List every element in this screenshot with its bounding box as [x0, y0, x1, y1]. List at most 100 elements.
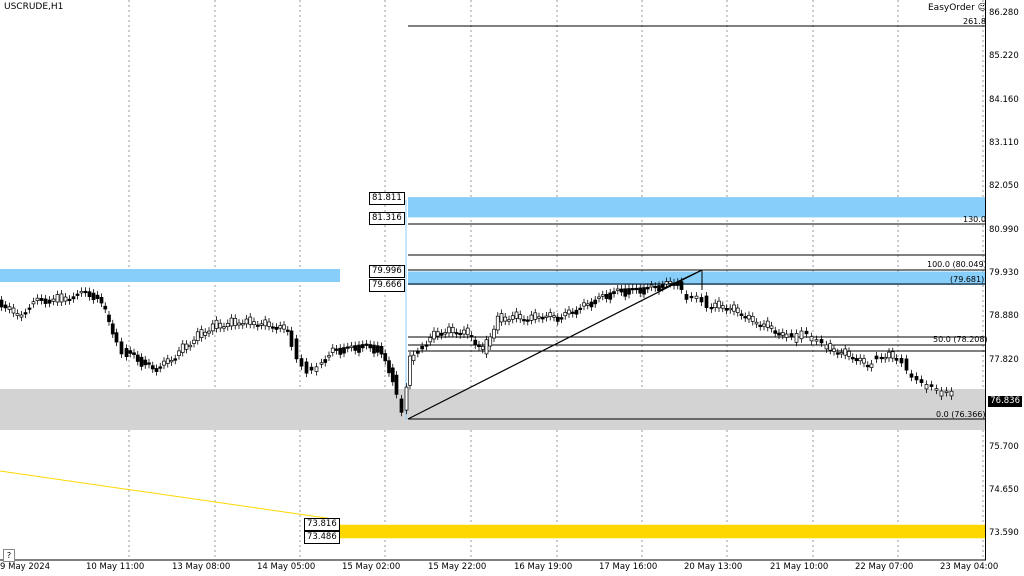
price-tick-label: 79.930	[989, 268, 1019, 279]
candle-body	[510, 315, 515, 320]
zone-label-73486: 73.486	[304, 531, 340, 544]
candle-body	[372, 344, 376, 354]
candle-body	[267, 321, 271, 327]
candle-body	[237, 322, 241, 326]
candle-body	[879, 356, 884, 360]
candle-body	[828, 343, 833, 351]
candle-body	[507, 319, 511, 322]
candle-body	[939, 390, 944, 397]
candle-body	[139, 356, 144, 367]
candle-body	[672, 282, 676, 286]
price-tick-label: 75.700	[989, 441, 1019, 452]
candle-body	[899, 357, 904, 364]
candle-body	[664, 281, 669, 285]
candle-body	[19, 314, 24, 318]
price-tick-label: 74.650	[989, 484, 1019, 495]
candle-body	[135, 354, 140, 362]
candle-body	[563, 312, 568, 317]
candle-body	[132, 352, 136, 355]
candle-body	[278, 325, 283, 329]
candle-body	[668, 280, 673, 284]
price-tick-label: 80.990	[989, 224, 1019, 235]
candle-body	[270, 326, 275, 329]
price-tick-label: 85.220	[989, 51, 1019, 62]
candle-body	[570, 311, 575, 314]
candle-body	[630, 288, 635, 291]
candle-body	[79, 291, 84, 294]
candle-body	[854, 358, 859, 362]
candle-body	[259, 323, 264, 326]
candle-body	[51, 298, 56, 302]
candle-body	[195, 331, 200, 341]
candle-body	[128, 350, 133, 354]
candle-body	[720, 305, 725, 309]
candle-body	[777, 332, 781, 336]
candle-body	[824, 344, 829, 350]
zone-label-81811: 81.811	[369, 192, 405, 205]
candle-body	[27, 307, 32, 310]
candle-body	[754, 321, 759, 325]
candle-body	[47, 299, 52, 304]
candle-body	[177, 350, 181, 356]
candle-body	[750, 315, 755, 322]
help-icon[interactable]: ?	[3, 549, 15, 562]
symbol-title: USCRUDE,H1	[4, 2, 64, 12]
candle-body	[717, 300, 721, 309]
candle-body	[158, 366, 163, 369]
candle-body	[645, 286, 650, 290]
candle-body	[119, 341, 124, 355]
candle-body	[514, 311, 519, 319]
candle-body	[390, 367, 395, 383]
candle-body	[338, 347, 343, 355]
candle-body	[495, 315, 500, 331]
blue-zone-upper	[408, 197, 986, 218]
candle-body	[540, 316, 545, 320]
candle-body	[408, 355, 412, 386]
candle-body	[0, 299, 4, 308]
candle-body	[383, 353, 388, 362]
candle-body	[522, 319, 526, 322]
candle-body	[387, 360, 391, 374]
candle-body	[847, 351, 851, 357]
candle-body	[743, 316, 748, 319]
candle-body	[699, 297, 704, 303]
gray-zone	[0, 389, 986, 430]
candle-body	[63, 296, 68, 302]
candle-body	[604, 293, 609, 299]
candle-body	[612, 291, 616, 295]
candle-body	[210, 323, 215, 332]
candle-body	[533, 312, 538, 320]
time-tick-label: 16 May 19:00	[514, 562, 573, 572]
candle-body	[458, 332, 463, 336]
candle-body	[865, 364, 870, 368]
easyorder-button[interactable]: EasyOrder ☺	[928, 3, 987, 13]
candle-body	[207, 330, 211, 334]
price-tick-label: 86.280	[989, 8, 1019, 18]
candle-body	[728, 307, 733, 311]
candle-body	[874, 355, 879, 360]
candle-body	[653, 285, 658, 289]
price-axis[interactable]	[985, 0, 1024, 560]
candle-body	[623, 288, 628, 297]
candle-body	[59, 293, 64, 303]
candle-body	[39, 298, 44, 301]
candle-body	[225, 323, 230, 328]
candle-body	[360, 344, 365, 349]
candle-body	[582, 302, 586, 307]
candle-body	[709, 307, 714, 310]
candle-body	[499, 313, 504, 323]
candle-body	[660, 284, 665, 288]
candle-body	[555, 316, 560, 322]
candle-body	[334, 348, 339, 351]
candle-body	[103, 305, 108, 310]
time-tick-label: 9 May 2024	[0, 562, 51, 572]
candle-body	[593, 299, 598, 305]
candle-body	[415, 351, 420, 354]
candle-body	[679, 281, 684, 290]
candle-body	[649, 284, 654, 288]
candle-body	[3, 304, 8, 309]
candle-body	[143, 359, 148, 366]
chart-canvas[interactable]	[0, 0, 1024, 576]
candle-body	[858, 357, 863, 362]
current-price-label: 76.836	[988, 396, 1022, 407]
